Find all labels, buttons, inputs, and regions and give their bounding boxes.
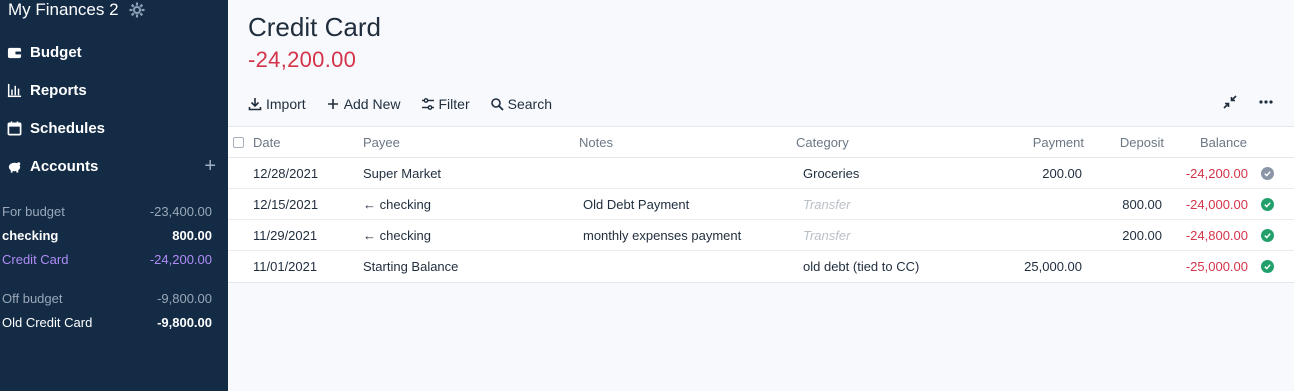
calendar-icon [6, 120, 22, 136]
account-credit-card[interactable]: Credit Card -24,200.00 [2, 250, 212, 268]
nav-reports[interactable]: Reports [6, 76, 216, 104]
nav-schedules[interactable]: Schedules [6, 114, 216, 142]
cell-notes[interactable]: Old Debt Payment [583, 197, 689, 212]
account-name: checking [2, 227, 59, 243]
budget-name[interactable]: My Finances 2 [8, 0, 145, 20]
header-category[interactable]: Category [796, 135, 849, 150]
add-new-button[interactable]: Add New [326, 94, 401, 114]
cell-balance: -24,000.00 [1185, 196, 1248, 212]
account-name: Credit Card [2, 251, 69, 267]
import-button[interactable]: Import [248, 94, 306, 114]
table-header: Date Payee Notes Category Payment Deposi… [228, 127, 1294, 158]
cell-balance: -25,000.00 [1185, 259, 1248, 274]
cell-category[interactable]: old debt (tied to CC) [803, 259, 919, 274]
nav-budget[interactable]: Budget [6, 38, 216, 66]
table-row[interactable]: 11/01/2021 Starting Balance old debt (ti… [228, 251, 1294, 282]
cleared-status-icon[interactable] [1261, 260, 1274, 273]
header-payment[interactable]: Payment [1033, 135, 1084, 150]
select-all-checkbox[interactable] [233, 136, 244, 148]
off-budget-amount: -9,800.00 [157, 290, 212, 306]
search-icon [490, 98, 504, 111]
account-name: Old Credit Card [2, 314, 93, 330]
sidebar: My Finances 2 Budget Reports Schedules A… [0, 0, 228, 391]
gear-icon[interactable] [129, 2, 145, 18]
on-budget-label: For budget [2, 203, 65, 219]
cell-date[interactable]: 12/15/2021 [253, 197, 318, 212]
search-label: Search [507, 96, 552, 112]
sliders-icon [421, 98, 434, 110]
nav-accounts[interactable]: Accounts + [6, 152, 216, 180]
cleared-status-icon[interactable] [1261, 228, 1274, 242]
header-date[interactable]: Date [253, 135, 280, 150]
cell-payee[interactable]: ← checking [363, 228, 431, 243]
off-budget-group[interactable]: Off budget -9,800.00 [2, 289, 212, 307]
download-icon [248, 98, 262, 111]
budget-title[interactable]: My Finances 2 [8, 0, 119, 20]
collapse-icon[interactable] [1222, 94, 1238, 115]
account-view: Credit Card -24,200.00 Import Add New Fi… [228, 0, 1294, 391]
account-balance[interactable]: -24,200.00 [248, 47, 356, 73]
header-payee[interactable]: Payee [363, 135, 400, 150]
add-new-label: Add New [343, 96, 401, 112]
table-row[interactable]: 11/29/2021 ← checking monthly expenses p… [228, 220, 1294, 251]
cleared-status-icon[interactable] [1261, 197, 1274, 211]
cell-date[interactable]: 11/01/2021 [253, 259, 317, 274]
cell-notes[interactable]: monthly expenses payment [583, 228, 741, 243]
cell-category[interactable]: Transfer [803, 197, 850, 212]
more-options-icon[interactable] [1258, 94, 1274, 115]
header-deposit[interactable]: Deposit [1120, 135, 1164, 150]
transactions-table: Date Payee Notes Category Payment Deposi… [228, 126, 1294, 283]
nav-reports-label: Reports [30, 81, 87, 99]
account-toolbar: Import Add New Filter Search [248, 94, 552, 114]
on-budget-group[interactable]: For budget -23,400.00 [2, 202, 212, 220]
cell-balance: -24,200.00 [1185, 165, 1248, 181]
account-old-credit-card[interactable]: Old Credit Card -9,800.00 [2, 313, 212, 331]
nav-schedules-label: Schedules [30, 119, 106, 137]
wallet-icon [6, 44, 22, 60]
table-row[interactable]: 12/15/2021 ← checking Old Debt Payment T… [228, 189, 1294, 220]
account-title[interactable]: Credit Card [248, 12, 381, 43]
account-checking[interactable]: checking 800.00 [2, 226, 212, 244]
nav-accounts-label: Accounts [30, 157, 99, 175]
account-amount: -24,200.00 [149, 251, 212, 267]
account-amount: -9,800.00 [157, 314, 212, 330]
search-button[interactable]: Search [490, 94, 552, 114]
pending-status-icon[interactable] [1261, 166, 1274, 180]
cell-payment[interactable]: 25,000.00 [1024, 259, 1082, 274]
plus-icon [327, 99, 338, 109]
cell-balance: -24,800.00 [1185, 227, 1248, 243]
cell-payee[interactable]: Starting Balance [363, 259, 458, 274]
cell-deposit[interactable]: 800.00 [1122, 197, 1162, 212]
table-row[interactable]: 12/28/2021 Super Market Groceries 200.00… [228, 158, 1294, 189]
piggy-bank-icon [6, 158, 22, 174]
cell-date[interactable]: 11/29/2021 [253, 228, 317, 243]
cell-category[interactable]: Groceries [803, 166, 859, 181]
header-balance[interactable]: Balance [1200, 135, 1247, 150]
cell-payee[interactable]: ← checking [363, 197, 431, 212]
cell-deposit[interactable]: 200.00 [1122, 228, 1162, 243]
filter-button[interactable]: Filter [421, 94, 470, 114]
add-account-icon[interactable]: + [204, 156, 216, 176]
filter-label: Filter [438, 96, 470, 112]
import-label: Import [266, 96, 306, 112]
header-notes[interactable]: Notes [579, 135, 613, 150]
toolbar-right [1222, 94, 1274, 115]
cell-date[interactable]: 12/28/2021 [253, 166, 318, 181]
cell-category[interactable]: Transfer [803, 228, 850, 243]
cell-payment[interactable]: 200.00 [1042, 166, 1082, 181]
on-budget-amount: -23,400.00 [149, 203, 212, 219]
nav-budget-label: Budget [30, 43, 82, 61]
bar-chart-icon [6, 82, 22, 98]
cell-payee[interactable]: Super Market [363, 166, 441, 181]
account-amount: 800.00 [172, 227, 212, 243]
off-budget-label: Off budget [2, 290, 63, 306]
